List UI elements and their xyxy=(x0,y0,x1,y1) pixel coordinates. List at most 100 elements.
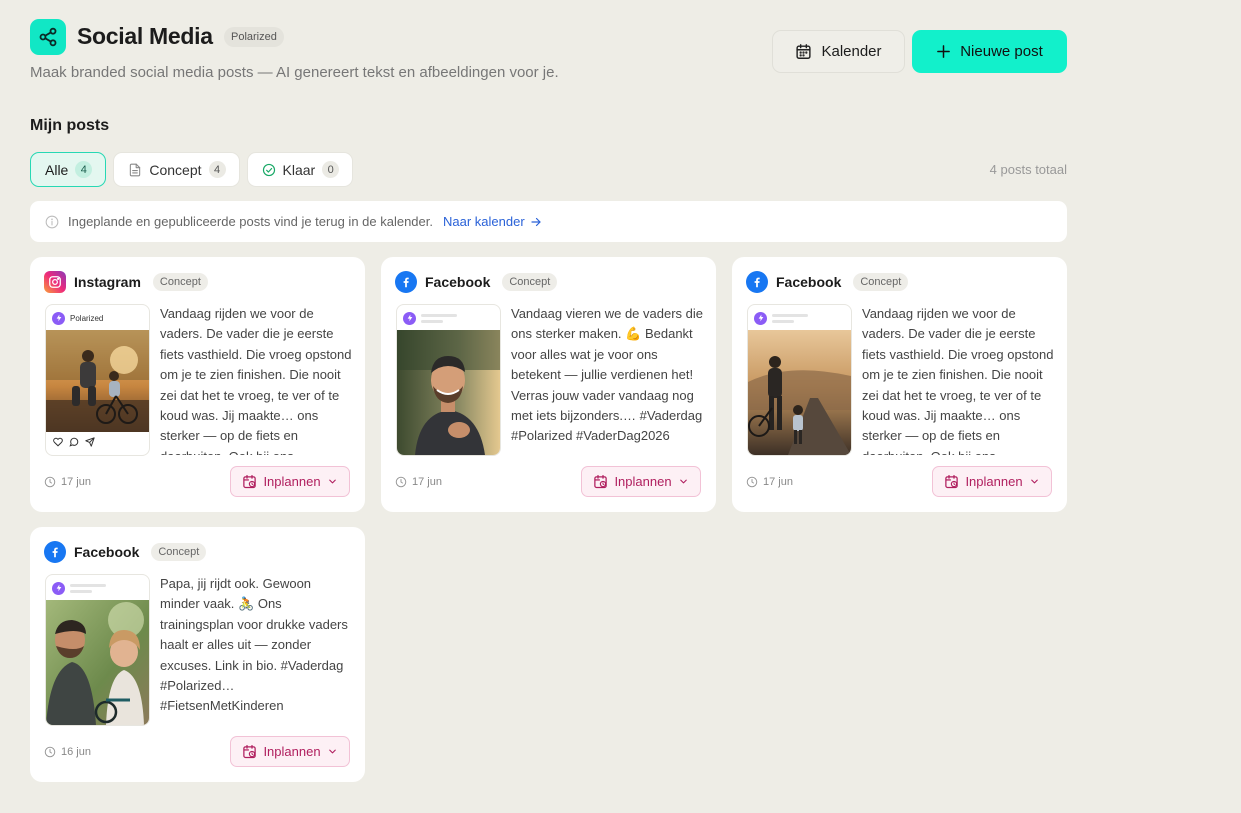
filter-count: 0 xyxy=(322,161,340,178)
clock-icon xyxy=(395,476,407,488)
filter-label: Klaar xyxy=(282,161,316,178)
chevron-down-icon xyxy=(327,476,338,487)
filter-count: 4 xyxy=(208,161,226,178)
comment-icon xyxy=(69,437,79,447)
filter-tabs: Alle 4 Concept 4 Klaar 0 xyxy=(30,152,354,187)
status-badge: Concept xyxy=(853,273,909,291)
post-card-header: Facebook Concept xyxy=(44,541,207,563)
post-date-label: 17 jun xyxy=(763,476,793,488)
brand-logo-icon xyxy=(52,581,65,595)
page-subtitle: Maak branded social media posts — AI gen… xyxy=(30,64,559,81)
send-icon xyxy=(85,437,95,447)
filter-label: Alle xyxy=(45,161,69,178)
chevron-down-icon xyxy=(1029,476,1040,487)
post-date: 17 jun xyxy=(44,476,91,488)
post-date: 16 jun xyxy=(44,746,91,758)
schedule-button-label: Inplannen xyxy=(965,474,1023,489)
arrow-right-icon xyxy=(531,217,541,226)
schedule-button[interactable]: Inplannen xyxy=(230,466,350,497)
clock-icon xyxy=(746,476,758,488)
post-text: Vandaag vieren we de vaders die ons ster… xyxy=(511,306,703,444)
share-icon xyxy=(30,19,66,55)
platform-name: Facebook xyxy=(776,274,842,290)
post-card-header: Instagram Concept xyxy=(44,271,208,293)
instagram-icon xyxy=(44,271,66,293)
facebook-icon xyxy=(746,271,768,293)
placeholder-lines xyxy=(772,313,808,323)
post-date: 17 jun xyxy=(395,476,442,488)
facebook-icon xyxy=(395,271,417,293)
post-card-header: Facebook Concept xyxy=(746,271,909,293)
placeholder-lines xyxy=(421,313,457,323)
post-image xyxy=(748,330,851,455)
preview-brand: Polarized xyxy=(70,313,104,323)
check-circle-icon xyxy=(262,163,275,176)
post-image xyxy=(46,330,149,432)
schedule-button-label: Inplannen xyxy=(263,744,321,759)
schedule-button-label: Inplannen xyxy=(614,474,672,489)
plus-icon xyxy=(937,45,951,58)
brand-badge: Polarized xyxy=(224,27,284,47)
posts-total: 4 posts totaal xyxy=(989,162,1067,177)
calendar-icon xyxy=(796,44,812,59)
new-post-button-label: Nieuwe post xyxy=(960,43,1043,60)
calendar-clock-icon xyxy=(593,474,608,489)
facebook-icon xyxy=(44,541,66,563)
info-text: Ingeplande en gepubliceerde posts vind j… xyxy=(68,214,433,229)
brand-logo-icon xyxy=(403,311,416,325)
post-image xyxy=(46,600,149,725)
post-preview[interactable] xyxy=(45,574,150,726)
post-card-header: Facebook Concept xyxy=(395,271,558,293)
filter-concept[interactable]: Concept 4 xyxy=(113,152,240,187)
post-card[interactable]: Facebook Concept Papa, jij rijdt ook. Ge… xyxy=(30,527,365,782)
page-header: Social Media Polarized Maak branded soci… xyxy=(30,19,1067,83)
platform-name: Facebook xyxy=(74,544,140,560)
post-date: 17 jun xyxy=(746,476,793,488)
post-text: Papa, jij rijdt ook. Gewoon minder vaak.… xyxy=(160,576,348,714)
platform-name: Instagram xyxy=(74,274,141,290)
heart-icon xyxy=(53,437,63,447)
new-post-button[interactable]: Nieuwe post xyxy=(912,30,1067,73)
chevron-down-icon xyxy=(678,476,689,487)
post-date-label: 17 jun xyxy=(412,476,442,488)
post-preview[interactable] xyxy=(396,304,501,456)
filter-label: Concept xyxy=(149,161,202,178)
status-badge: Concept xyxy=(151,543,207,561)
post-card[interactable]: Facebook Concept Vandaag vieren we de va… xyxy=(381,257,716,512)
filter-klaar[interactable]: Klaar 0 xyxy=(246,152,354,187)
schedule-button[interactable]: Inplannen xyxy=(932,466,1052,497)
post-preview[interactable] xyxy=(747,304,852,456)
calendar-link[interactable]: Naar kalender xyxy=(443,214,542,229)
calendar-clock-icon xyxy=(944,474,959,489)
post-text: Vandaag rijden we voor de vaders. De vad… xyxy=(862,306,1054,455)
post-date-label: 17 jun xyxy=(61,476,91,488)
brand-logo-icon xyxy=(754,311,767,325)
clock-icon xyxy=(44,476,56,488)
calendar-clock-icon xyxy=(242,474,257,489)
clock-icon xyxy=(44,746,56,758)
schedule-button[interactable]: Inplannen xyxy=(581,466,701,497)
brand-logo-icon xyxy=(52,311,65,325)
filter-count: 4 xyxy=(75,161,93,178)
post-preview[interactable]: Polarized xyxy=(45,304,150,456)
post-card[interactable]: Instagram Concept Polarized Vandaag rijd… xyxy=(30,257,365,512)
page-title: Social Media xyxy=(77,23,213,49)
schedule-button-label: Inplannen xyxy=(263,474,321,489)
info-bar: Ingeplande en gepubliceerde posts vind j… xyxy=(30,201,1067,242)
post-image xyxy=(397,330,500,455)
placeholder-lines xyxy=(70,583,106,593)
post-date-label: 16 jun xyxy=(61,746,91,758)
calendar-button-label: Kalender xyxy=(821,43,882,60)
post-card[interactable]: Facebook Concept Vandaag rijden we voor … xyxy=(732,257,1067,512)
calendar-link-label: Naar kalender xyxy=(443,214,525,229)
schedule-button[interactable]: Inplannen xyxy=(230,736,350,767)
calendar-button[interactable]: Kalender xyxy=(772,30,905,73)
platform-name: Facebook xyxy=(425,274,491,290)
filter-all[interactable]: Alle 4 xyxy=(30,152,107,187)
post-text: Vandaag rijden we voor de vaders. De vad… xyxy=(160,306,352,455)
status-badge: Concept xyxy=(502,273,558,291)
document-icon xyxy=(130,163,141,176)
calendar-clock-icon xyxy=(242,744,257,759)
status-badge: Concept xyxy=(152,273,208,291)
info-icon xyxy=(45,215,59,228)
